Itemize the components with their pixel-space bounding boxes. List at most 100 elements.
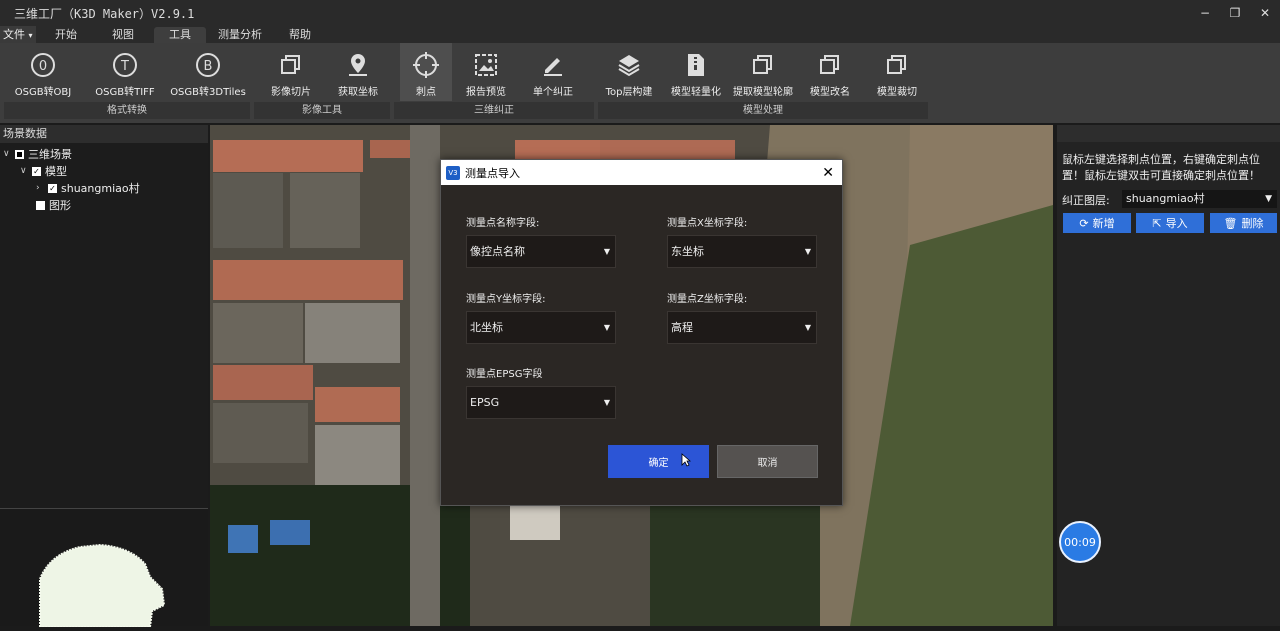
x-field-label: 测量点X坐标字段: <box>667 218 748 229</box>
caret-down-icon: ▼ <box>804 247 811 256</box>
copy-icon <box>747 47 779 83</box>
osgb-to-tiff-label: OSGB转TIFF <box>95 87 155 98</box>
dialog-title-bar: V3 测量点导入 ✕ <box>441 160 842 185</box>
tree-item-village[interactable]: › ✓ shuangmiao村 <box>36 180 140 196</box>
osgb-to-3dtiles-button[interactable]: B OSGB转3DTiles <box>170 43 246 101</box>
get-coordinates-button[interactable]: 获取坐标 <box>330 43 386 101</box>
model-clip-button[interactable]: 模型裁切 <box>870 43 924 101</box>
tab-view[interactable]: 视图 <box>104 27 142 43</box>
svg-text:T: T <box>120 59 129 74</box>
title-bar: 三维工厂（K3D Maker）V2.9.1 − ❐ ✕ <box>0 0 1280 26</box>
report-preview-button[interactable]: 报告预览 <box>460 43 512 101</box>
scene-data-title: 场景数据 <box>0 125 208 143</box>
shape-checkbox[interactable] <box>36 200 45 210</box>
import-label: 导入 <box>1165 217 1188 230</box>
zip-file-icon <box>680 47 712 83</box>
tree-root-label: 三维场景 <box>28 148 72 161</box>
name-field-select[interactable]: 像控点名称 ▼ <box>466 235 616 268</box>
chevron-right-icon[interactable]: › <box>36 183 48 193</box>
tree-item-model[interactable]: ∨ ✓ 模型 <box>20 163 67 179</box>
epsg-field-select[interactable]: EPSG ▼ <box>466 386 616 419</box>
svg-text:0: 0 <box>39 59 47 74</box>
chevron-down-icon[interactable]: ∨ <box>20 166 32 176</box>
refresh-icon: ⟳ <box>1079 216 1089 230</box>
root-checkbox[interactable] <box>15 149 24 159</box>
single-correction-button[interactable]: 单个纠正 <box>526 43 580 101</box>
single-correction-label: 单个纠正 <box>533 87 573 98</box>
import-button[interactable]: ⇱ 导入 <box>1136 213 1204 233</box>
file-menu[interactable]: 文件 ▾ <box>0 26 36 43</box>
tree-item-shape[interactable]: 图形 <box>36 197 71 213</box>
overview-minimap[interactable] <box>0 508 208 628</box>
add-point-button[interactable]: ⟳ 新增 <box>1063 213 1131 233</box>
copy-icon <box>275 47 307 83</box>
y-field-label: 测量点Y坐标字段: <box>466 294 546 305</box>
tab-start[interactable]: 开始 <box>48 27 84 43</box>
menu-bar: 文件 ▾ 开始 视图 工具 测量分析 帮助 <box>0 26 1280 43</box>
image-tile-label: 影像切片 <box>271 87 311 98</box>
group-model-processing: 模型处理 <box>598 102 928 119</box>
prick-point-label: 刺点 <box>416 87 436 98</box>
caret-down-icon: ▼ <box>603 247 610 256</box>
restore-icon[interactable]: ❐ <box>1220 0 1250 26</box>
osgb-tiff-icon: T <box>109 47 141 83</box>
timer-badge[interactable]: 00:09 <box>1059 521 1101 563</box>
copy-icon <box>881 47 913 83</box>
close-window-icon[interactable]: ✕ <box>1250 0 1280 26</box>
minimize-icon[interactable]: − <box>1190 0 1220 26</box>
close-icon[interactable]: ✕ <box>822 165 834 181</box>
osgb-to-tiff-button[interactable]: T OSGB转TIFF <box>92 43 158 101</box>
extract-outline-button[interactable]: 提取模型轮廓 <box>730 43 796 101</box>
delete-button[interactable]: 🗑 删除 <box>1210 213 1277 233</box>
caret-down-icon: ▼ <box>603 323 610 332</box>
model-lightweight-label: 模型轻量化 <box>671 87 721 98</box>
get-coordinates-label: 获取坐标 <box>338 87 378 98</box>
correction-layer-value: shuangmiao村 <box>1126 192 1205 205</box>
z-field-select[interactable]: 高程 ▼ <box>667 311 817 344</box>
tab-measure[interactable]: 测量分析 <box>214 27 266 43</box>
name-field-value: 像控点名称 <box>470 245 525 258</box>
window-title: 三维工厂（K3D Maker）V2.9.1 <box>14 6 195 21</box>
y-field-select[interactable]: 北坐标 ▼ <box>466 311 616 344</box>
chevron-down-icon[interactable]: ∨ <box>3 149 15 159</box>
tree-item-root[interactable]: ∨ 三维场景 <box>3 146 72 162</box>
top-layer-build-label: Top层构建 <box>605 87 653 98</box>
prick-point-button[interactable]: 刺点 <box>400 43 452 101</box>
osgb-to-obj-button[interactable]: 0 OSGB转OBJ <box>10 43 76 101</box>
group-image-tools: 影像工具 <box>254 102 390 119</box>
osgb-obj-icon: 0 <box>27 47 59 83</box>
svg-text:B: B <box>204 59 213 74</box>
y-field-value: 北坐标 <box>470 321 503 334</box>
trash-icon: 🗑 <box>1223 216 1238 230</box>
model-lightweight-button[interactable]: 模型轻量化 <box>666 43 726 101</box>
scene-data-panel: 场景数据 ∨ 三维场景 ∨ ✓ 模型 › ✓ shuangmiao村 图形 <box>0 125 208 628</box>
image-preview-icon <box>470 47 502 83</box>
ribbon-toolbar: 0 OSGB转OBJ T OSGB转TIFF B OSGB转3DTiles 影像… <box>0 43 1280 123</box>
rename-model-button[interactable]: 模型改名 <box>804 43 856 101</box>
crosshair-icon <box>410 47 442 83</box>
pencil-icon <box>537 47 569 83</box>
image-tile-button[interactable]: 影像切片 <box>262 43 320 101</box>
instruction-text: 鼠标左键选择刺点位置，右键确定刺点位置！鼠标左键双击可直接确定刺点位置！ <box>1062 153 1260 182</box>
osgb-to-obj-label: OSGB转OBJ <box>14 87 72 98</box>
top-layer-build-button[interactable]: Top层构建 <box>600 43 658 101</box>
village-checkbox[interactable]: ✓ <box>48 183 57 193</box>
mouse-cursor-icon <box>681 453 691 467</box>
model-checkbox[interactable]: ✓ <box>32 166 41 176</box>
prick-point-panel-header <box>1057 125 1280 142</box>
map-pin-icon <box>342 47 374 83</box>
correction-layer-select[interactable]: shuangmiao村 ▼ <box>1122 190 1277 208</box>
epsg-field-value: EPSG <box>470 396 500 409</box>
tab-help[interactable]: 帮助 <box>282 27 318 43</box>
cancel-button[interactable]: 取消 <box>717 445 818 478</box>
copy-icon <box>814 47 846 83</box>
x-field-select[interactable]: 东坐标 ▼ <box>667 235 817 268</box>
model-clip-label: 模型裁切 <box>877 87 917 98</box>
confirm-button[interactable]: 确定 <box>608 445 709 478</box>
name-field-label: 测量点名称字段: <box>466 218 540 229</box>
osgb-3dtiles-icon: B <box>192 47 224 83</box>
report-preview-label: 报告预览 <box>466 87 506 98</box>
tab-tools[interactable]: 工具 <box>154 27 206 43</box>
import-icon: ⇱ <box>1152 216 1162 230</box>
extract-outline-label: 提取模型轮廓 <box>733 87 793 98</box>
